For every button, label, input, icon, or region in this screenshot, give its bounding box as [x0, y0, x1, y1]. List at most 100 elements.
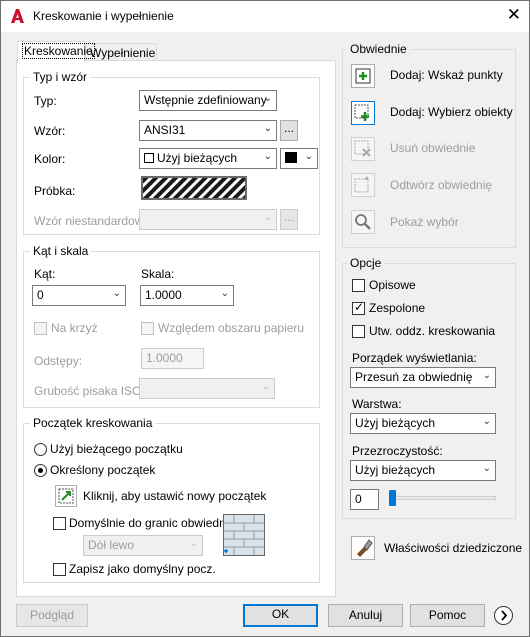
annotative-label: Opisowe	[369, 278, 416, 292]
chevron-down-icon: ⌄	[304, 151, 313, 162]
store-default-checkbox[interactable]	[53, 563, 66, 576]
separate-hatches-label: Utw. oddz. kreskowania	[369, 324, 496, 338]
options-title: Opcje	[347, 256, 385, 270]
boundaries-title: Obwiednie	[347, 42, 410, 56]
add-pick-points-button[interactable]	[351, 64, 375, 88]
chevron-down-icon: ⌄	[263, 151, 272, 162]
type-pattern-title: Typ i wzór	[30, 70, 91, 84]
layer-label: Warstwa:	[352, 397, 402, 411]
inherit-properties-button[interactable]	[351, 536, 375, 560]
annotative-checkbox[interactable]	[352, 279, 365, 292]
background-color-swatch	[285, 152, 297, 163]
associative-checkbox[interactable]: ✓	[352, 300, 365, 315]
angle-select[interactable]: 0 ⌄	[32, 285, 126, 306]
double-checkbox[interactable]	[34, 322, 47, 335]
specified-origin-radio[interactable]	[34, 464, 47, 477]
pattern-browse-button[interactable]: ...	[280, 120, 298, 141]
transparency-label: Przezroczystość:	[352, 444, 443, 458]
hatch-dialog: Kreskowanie i wypełnienie ✕ Kreskowanie …	[0, 0, 530, 637]
autocad-logo-icon	[11, 9, 24, 23]
remove-boundary-icon	[354, 140, 371, 157]
chevron-down-icon: ⌄	[220, 288, 229, 299]
relative-paper-label: Względem obszaru papieru	[158, 321, 305, 335]
select-objects-icon	[354, 104, 369, 121]
relative-paper-checkbox[interactable]	[141, 322, 154, 335]
default-extents-checkbox[interactable]	[53, 517, 66, 530]
add-select-objects-button[interactable]	[351, 101, 375, 125]
custom-browse-button[interactable]: ...	[280, 209, 298, 230]
pattern-select[interactable]: ANSI31 ⌄	[139, 120, 277, 141]
add-pick-points-label: Dodaj: Wskaż punkty	[390, 68, 503, 82]
window-title: Kreskowanie i wypełnienie	[33, 9, 174, 23]
layer-select[interactable]: Użyj bieżących ⌄	[350, 413, 496, 434]
use-current-origin-label: Użyj bieżącego początku	[50, 442, 183, 456]
pick-points-icon	[355, 68, 371, 84]
chevron-down-icon: ⌄	[482, 370, 491, 381]
add-select-objects-label: Dodaj: Wybierz obiekty	[390, 105, 513, 119]
origin-title: Początek kreskowania	[30, 416, 156, 430]
set-origin-icon	[58, 488, 74, 504]
iso-pen-label: Grubość pisaka ISO:	[34, 384, 145, 398]
inherit-brush-icon	[357, 539, 373, 557]
close-icon[interactable]: ✕	[507, 5, 521, 25]
recreate-boundary-icon	[354, 176, 369, 193]
more-options-button[interactable]	[494, 606, 513, 625]
origin-preview	[223, 514, 265, 556]
iso-pen-select[interactable]: ⌄	[139, 378, 275, 399]
ok-button[interactable]: OK	[243, 604, 318, 627]
brick-pattern-preview	[224, 515, 264, 555]
checkmark-icon: ✓	[354, 300, 365, 314]
type-label: Typ:	[34, 94, 57, 108]
origin-position-select[interactable]: Dół lewo ⌄	[83, 535, 203, 556]
scale-label: Skala:	[141, 267, 175, 281]
sample-label: Próbka:	[34, 184, 76, 198]
pattern-label: Wzór:	[34, 124, 66, 138]
transparency-value-input[interactable]: 0	[350, 489, 379, 510]
draw-order-label: Porządek wyświetlania:	[352, 351, 477, 365]
view-selections-label: Pokaż wybór	[390, 215, 459, 229]
chevron-down-icon: ⌄	[263, 93, 272, 104]
remove-boundaries-button[interactable]	[351, 137, 375, 161]
recreate-boundary-label: Odtwórz obwiednię	[390, 178, 493, 192]
scale-select[interactable]: 1.0000 ⌄	[140, 285, 234, 306]
double-label: Na krzyż	[51, 321, 98, 335]
magnifier-icon	[355, 214, 371, 230]
type-select[interactable]: Wstępnie zdefiniowany ⌄	[139, 90, 277, 111]
angle-scale-title: Kąt i skala	[30, 244, 92, 258]
chevron-down-icon: ⌄	[189, 538, 198, 549]
pattern-sample[interactable]	[141, 176, 247, 200]
specified-origin-label: Określony początek	[50, 463, 156, 477]
angle-label: Kąt:	[34, 267, 56, 281]
draw-order-select[interactable]: Przesuń za obwiednię ⌄	[350, 367, 496, 388]
chevron-down-icon: ⌄	[112, 288, 121, 299]
transparency-slider-track[interactable]	[389, 496, 496, 500]
remove-boundaries-label: Usuń obwiednie	[390, 141, 476, 155]
chevron-down-icon: ⌄	[482, 416, 491, 427]
help-button[interactable]: Pomoc	[410, 604, 485, 627]
separate-hatches-checkbox[interactable]	[352, 325, 365, 338]
use-current-origin-radio[interactable]	[34, 443, 47, 456]
associative-label: Zespolone	[369, 301, 426, 315]
transparency-slider-thumb[interactable]	[389, 490, 396, 506]
inherit-properties-label: Właściwości dziedziczone	[384, 541, 523, 555]
chevron-right-icon	[501, 610, 508, 621]
chevron-down-icon: ⌄	[261, 381, 270, 392]
chevron-down-icon: ⌄	[482, 463, 491, 474]
default-extents-label: Domyślnie do granic obwiedni	[69, 516, 229, 530]
custom-pattern-label: Wzór niestandardowy:	[34, 214, 153, 228]
color-select[interactable]: Użyj bieżących ⌄	[139, 148, 277, 169]
set-origin-button[interactable]	[55, 485, 77, 507]
title-bar: Kreskowanie i wypełnienie ✕	[1, 1, 529, 32]
custom-pattern-select[interactable]: ⌄	[139, 209, 277, 230]
cancel-button[interactable]: Anuluj	[328, 604, 403, 627]
click-set-origin-label: Kliknij, aby ustawić nowy początek	[83, 489, 267, 503]
recreate-boundary-button[interactable]	[351, 173, 375, 197]
tab-hatch[interactable]: Kreskowanie	[17, 41, 95, 63]
preview-button[interactable]: Podgląd	[16, 604, 88, 627]
transparency-select[interactable]: Użyj bieżących ⌄	[350, 460, 496, 481]
background-color-select[interactable]: ⌄	[280, 148, 318, 169]
chevron-down-icon: ⌄	[263, 212, 272, 223]
spacing-label: Odstępy:	[34, 354, 83, 368]
view-selections-button[interactable]	[351, 210, 375, 234]
spacing-input[interactable]: 1.0000	[141, 348, 204, 369]
